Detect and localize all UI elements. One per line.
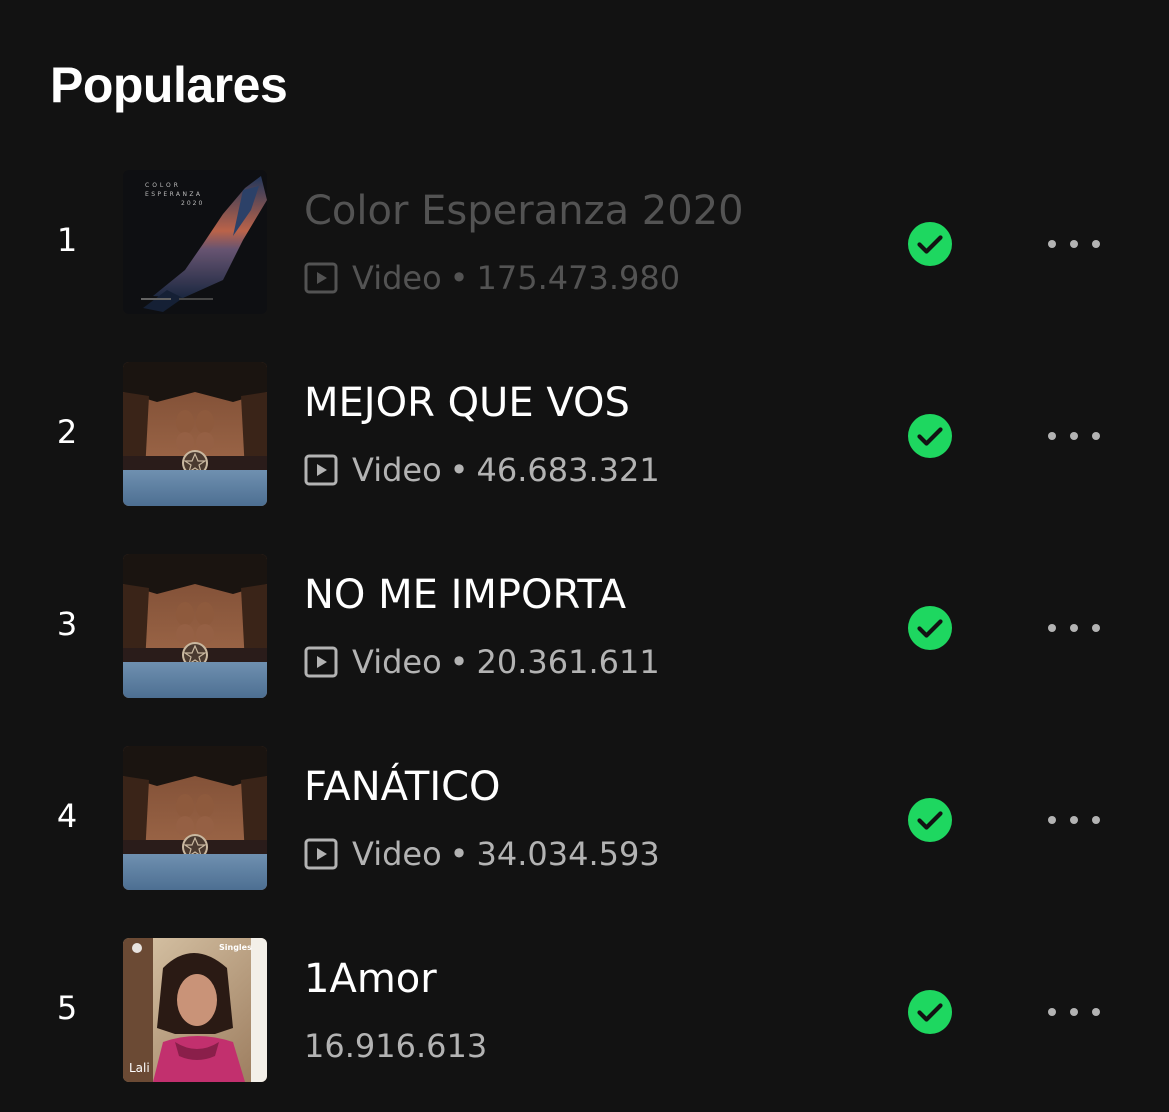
track-plays: 16.916.613 bbox=[304, 1027, 488, 1065]
track-plays: 175.473.980 bbox=[476, 259, 681, 297]
more-horizontal-icon bbox=[1048, 240, 1056, 248]
track-title[interactable]: FANÁTICO bbox=[304, 764, 501, 810]
track-rank: 5 bbox=[56, 989, 78, 1027]
track-plays: 20.361.611 bbox=[476, 643, 660, 681]
cover-text-line1: COLOR bbox=[145, 182, 181, 189]
track-title[interactable]: 1Amor bbox=[304, 956, 437, 1002]
track-row[interactable]: 2 MEJOR QUE VOS Video • 46.683.321 bbox=[0, 362, 1169, 508]
track-type: Video bbox=[352, 643, 442, 681]
more-options-button[interactable] bbox=[1036, 606, 1112, 650]
lali-belt-cover-art bbox=[123, 746, 267, 890]
cover-artist-text: Lali bbox=[129, 1061, 150, 1075]
video-play-icon bbox=[304, 837, 338, 871]
check-circle-icon[interactable] bbox=[907, 797, 953, 843]
album-cover bbox=[123, 362, 267, 506]
album-cover: Singles Lali bbox=[123, 938, 267, 1082]
album-cover: COLOR ESPERANZA 2020 bbox=[123, 170, 267, 314]
check-circle-icon[interactable] bbox=[907, 605, 953, 651]
track-type: Video bbox=[352, 259, 442, 297]
track-meta: Video • 175.473.980 bbox=[304, 258, 680, 298]
track-type: Video bbox=[352, 835, 442, 873]
track-rank: 3 bbox=[56, 605, 78, 643]
more-horizontal-icon bbox=[1048, 432, 1056, 440]
track-title[interactable]: NO ME IMPORTA bbox=[304, 572, 626, 618]
video-play-icon bbox=[304, 645, 338, 679]
track-rank: 1 bbox=[56, 221, 78, 259]
meta-separator: • bbox=[449, 451, 469, 489]
spotify-singles-cover-art: Singles Lali bbox=[123, 938, 267, 1082]
track-title[interactable]: Color Esperanza 2020 bbox=[304, 188, 744, 234]
track-row[interactable]: 5 Singles Lali 1Amor 16.916.613 bbox=[0, 938, 1169, 1084]
track-plays: 46.683.321 bbox=[476, 451, 660, 489]
track-plays: 34.034.593 bbox=[476, 835, 660, 873]
track-row[interactable]: 1 COLOR ESPERANZA 2020 Color Esperanza 2… bbox=[0, 170, 1169, 316]
meta-separator: • bbox=[449, 259, 469, 297]
cover-text-line2: ESPERANZA bbox=[145, 191, 202, 198]
album-cover bbox=[123, 554, 267, 698]
track-rank: 4 bbox=[56, 797, 78, 835]
track-row[interactable]: 3 NO ME IMPORTA Video • 20.361.611 bbox=[0, 554, 1169, 700]
lali-belt-cover-art bbox=[123, 554, 267, 698]
track-row[interactable]: 4 FANÁTICO Video • 34.034.593 bbox=[0, 746, 1169, 892]
track-type: Video bbox=[352, 451, 442, 489]
video-play-icon bbox=[304, 261, 338, 295]
track-meta: 16.916.613 bbox=[304, 1026, 487, 1066]
cover-text-line3: 2020 bbox=[181, 200, 204, 207]
track-meta: Video • 20.361.611 bbox=[304, 642, 660, 682]
section-title: Populares bbox=[50, 57, 288, 113]
video-play-icon bbox=[304, 453, 338, 487]
lali-belt-cover-art bbox=[123, 362, 267, 506]
track-meta: Video • 34.034.593 bbox=[304, 834, 660, 874]
cover-badge-text: Singles bbox=[219, 943, 252, 952]
more-options-button[interactable] bbox=[1036, 414, 1112, 458]
check-circle-icon[interactable] bbox=[907, 221, 953, 267]
check-circle-icon[interactable] bbox=[907, 413, 953, 459]
more-horizontal-icon bbox=[1048, 816, 1056, 824]
track-rank: 2 bbox=[56, 413, 78, 451]
check-circle-icon[interactable] bbox=[907, 989, 953, 1035]
meta-separator: • bbox=[449, 835, 469, 873]
more-options-button[interactable] bbox=[1036, 222, 1112, 266]
meta-separator: • bbox=[449, 643, 469, 681]
album-cover bbox=[123, 746, 267, 890]
more-options-button[interactable] bbox=[1036, 798, 1112, 842]
more-options-button[interactable] bbox=[1036, 990, 1112, 1034]
more-horizontal-icon bbox=[1048, 624, 1056, 632]
color-esperanza-cover-art: COLOR ESPERANZA 2020 bbox=[123, 170, 267, 314]
track-meta: Video • 46.683.321 bbox=[304, 450, 660, 490]
more-horizontal-icon bbox=[1048, 1008, 1056, 1016]
track-title[interactable]: MEJOR QUE VOS bbox=[304, 380, 630, 426]
